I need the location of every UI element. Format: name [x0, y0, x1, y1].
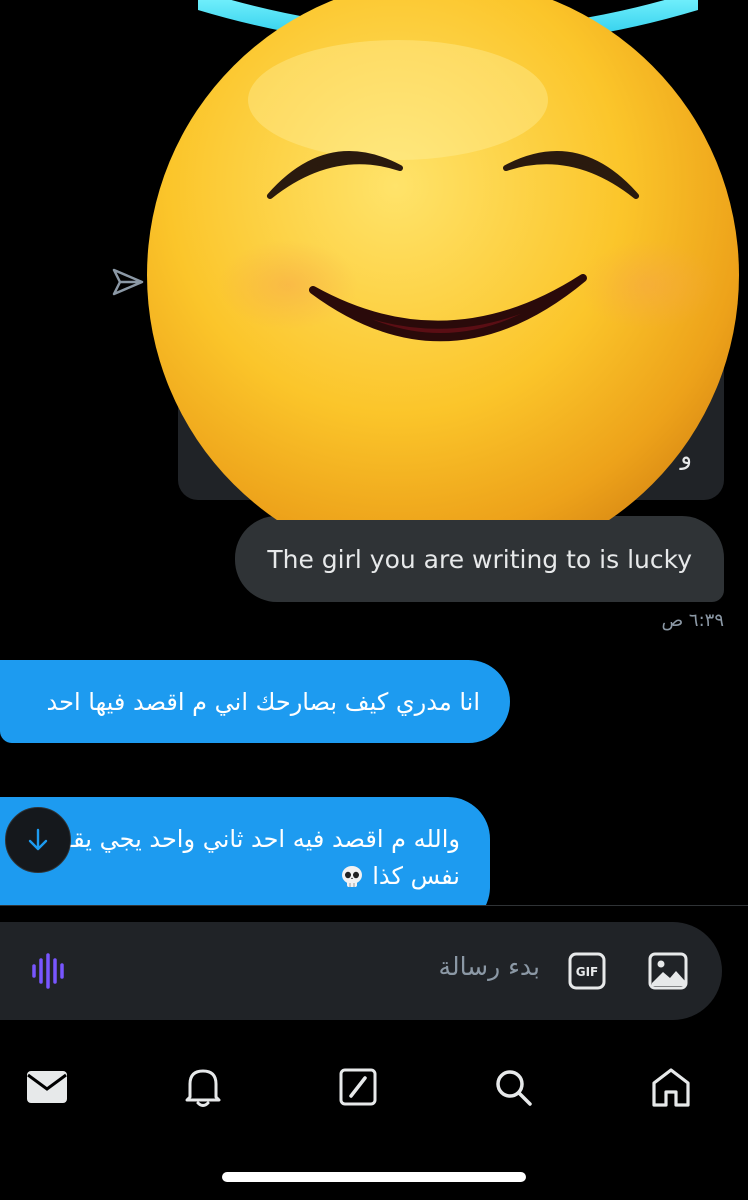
scroll-to-bottom-button[interactable] [5, 807, 71, 873]
sent-message-text: The girl you are writing to is lucky [267, 544, 692, 574]
skull-emoji-icon [341, 866, 362, 887]
sent-message-bubble[interactable]: The girl you are writing to is lucky [235, 516, 724, 602]
gif-icon[interactable]: GIF [568, 952, 606, 990]
message-composer[interactable]: بدء رسالة GIF [0, 922, 722, 1020]
nav-messages[interactable] [22, 1062, 72, 1112]
share-icon[interactable] [108, 262, 148, 302]
nav-notifications[interactable] [178, 1062, 228, 1112]
composer-divider [0, 905, 748, 906]
bottom-navigation [0, 1040, 748, 1150]
svg-text:GIF: GIF [576, 965, 599, 979]
received-message-bubble[interactable]: والله م اقصد فيه احد ثاني واحد يجي يقول … [0, 797, 490, 905]
nav-compose[interactable] [333, 1062, 383, 1112]
quoted-message-card[interactable]: نص و الجمهو [178, 300, 724, 500]
nav-search[interactable] [488, 1062, 538, 1112]
home-indicator[interactable] [222, 1172, 526, 1182]
compose-icon [339, 1068, 377, 1106]
quoted-message-text: نص و الجمهو [605, 402, 692, 470]
received-message-bubble[interactable]: انا مدري كيف بصارحك اني م اقصد فيها احد [0, 660, 510, 743]
nav-home[interactable] [646, 1062, 696, 1112]
message-input[interactable]: بدء رسالة [380, 952, 540, 981]
message-timestamp: ٦:٣٩ ص [661, 610, 724, 631]
home-icon [652, 1068, 690, 1107]
received-message-text: والله م اقصد فيه احد ثاني واحد يجي يقول … [43, 825, 460, 890]
voice-message-icon[interactable] [30, 952, 70, 990]
image-icon[interactable] [648, 952, 688, 990]
envelope-icon [27, 1071, 67, 1103]
received-message-text: انا مدري كيف بصارحك اني م اقصد فيها احد [46, 688, 480, 716]
conversation-area[interactable]: نص و الجمهو The girl you are writing to … [0, 0, 748, 905]
search-icon [496, 1070, 532, 1106]
bell-icon [185, 1069, 221, 1107]
arrow-down-icon [28, 828, 48, 851]
